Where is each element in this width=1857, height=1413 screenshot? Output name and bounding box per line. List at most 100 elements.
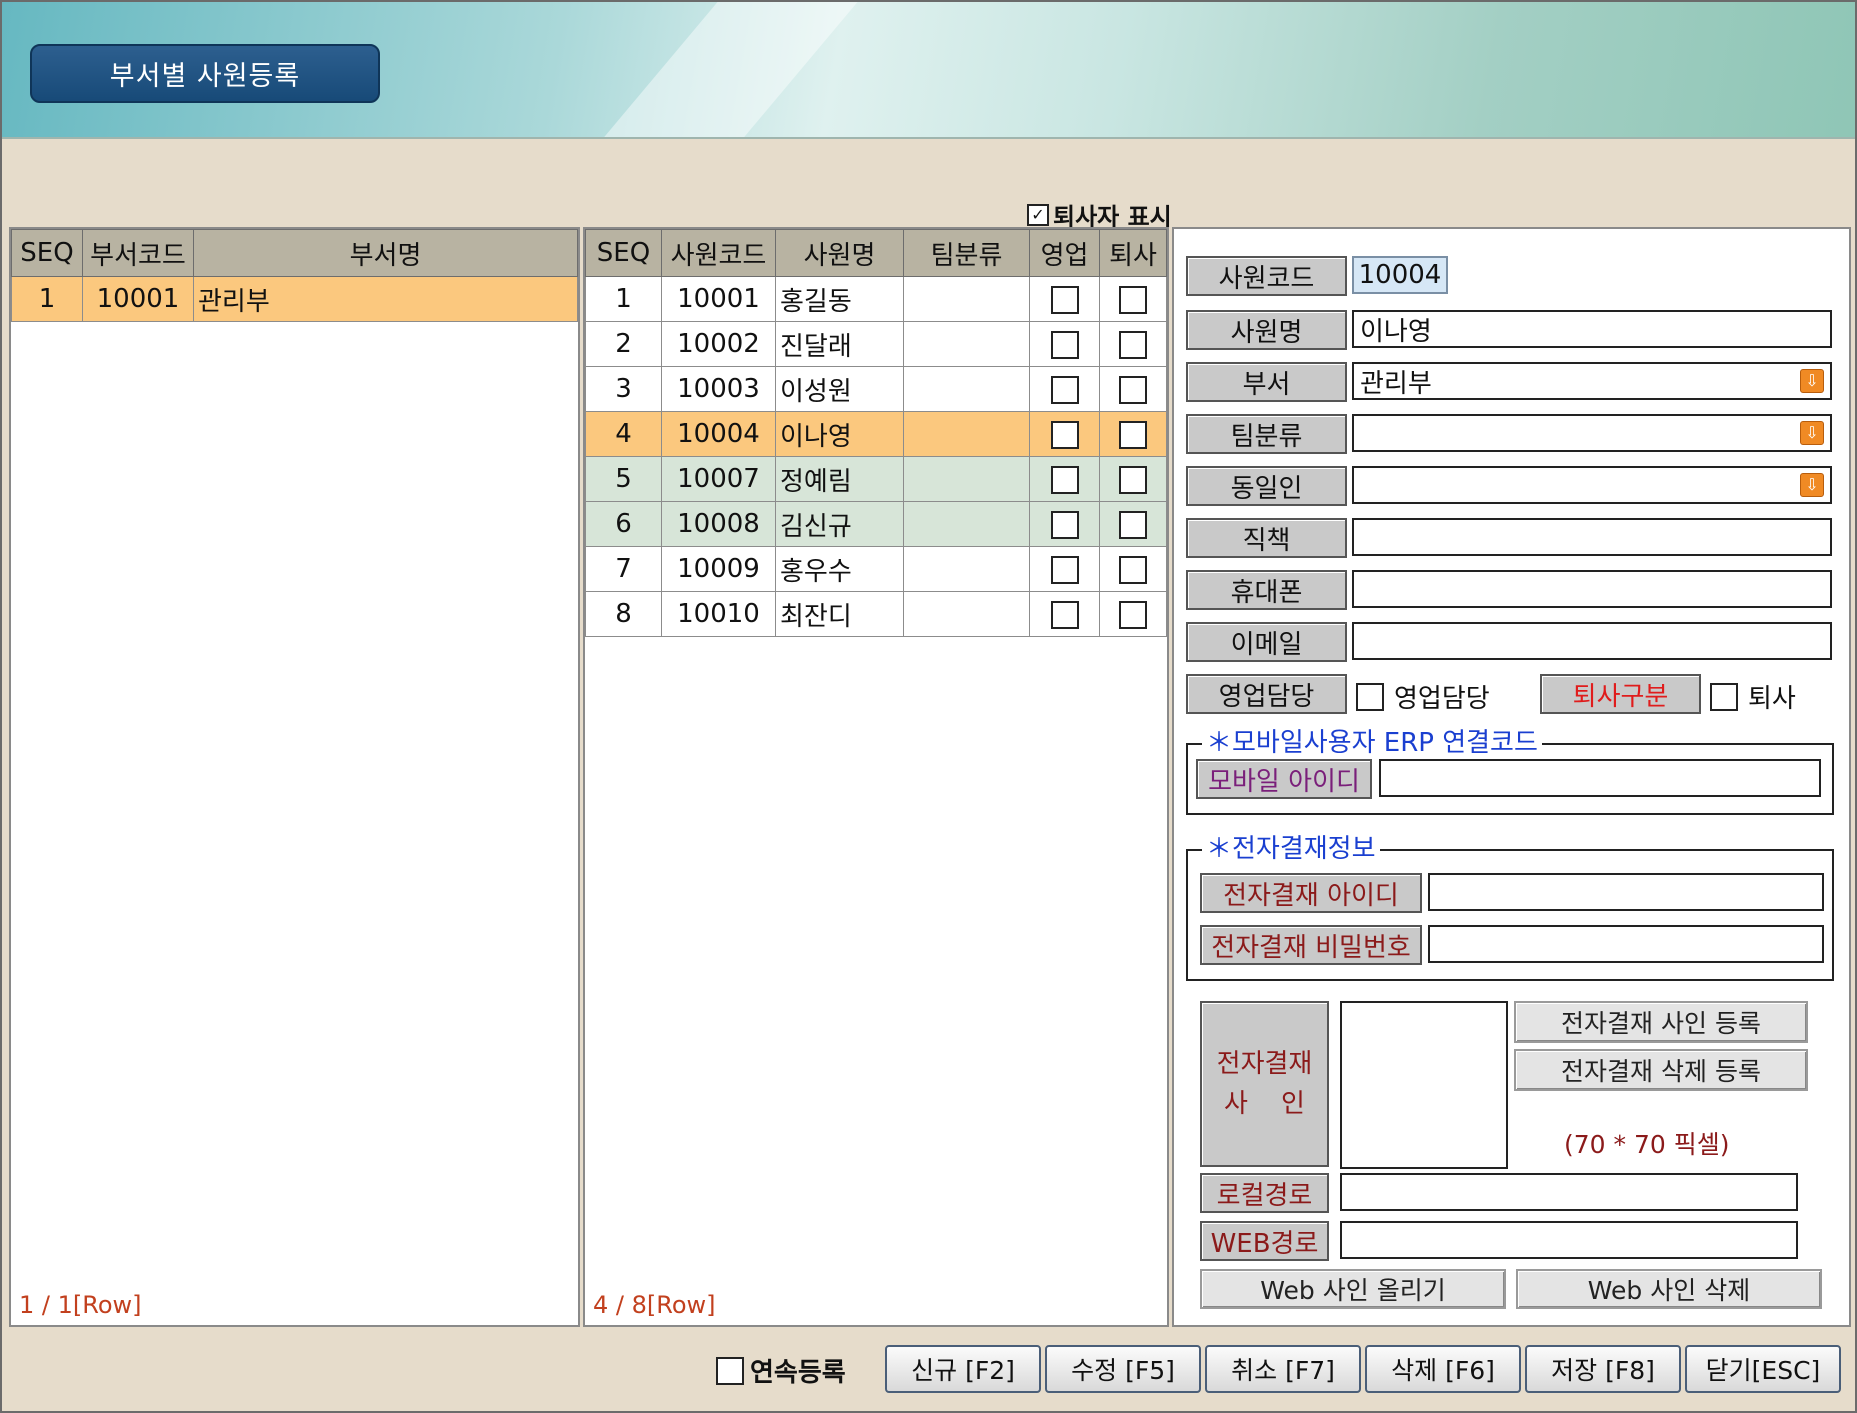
signature-image-box[interactable] xyxy=(1340,1001,1508,1169)
table-row[interactable]: 7 10009 홍우수 xyxy=(585,546,1167,592)
sales-checkbox[interactable] xyxy=(1050,465,1079,494)
col-header-team[interactable]: 팀분류 xyxy=(903,229,1030,277)
approval-id-field[interactable] xyxy=(1428,873,1824,911)
col-header-emp-code[interactable]: 사원코드 xyxy=(661,229,776,277)
continuous-register-checkbox[interactable] xyxy=(716,1356,744,1385)
position-field[interactable] xyxy=(1352,518,1832,556)
sales-checkbox[interactable] xyxy=(1050,555,1079,584)
table-row[interactable]: 3 10003 이성원 xyxy=(585,366,1167,412)
approval-info-section: ＊전자결재정보 전자결재 아이디 전자결재 비밀번호 xyxy=(1186,835,1834,981)
cell-retired xyxy=(1099,591,1167,637)
edit-button[interactable]: 수정 [F5] xyxy=(1045,1345,1201,1393)
header-banner: 부서별 사원등록 xyxy=(2,2,1855,139)
table-row[interactable]: 8 10010 최잔디 xyxy=(585,591,1167,637)
same-person-select[interactable]: ⇩ xyxy=(1352,466,1832,504)
signature-size-note: (70 * 70 픽셀) xyxy=(1564,1130,1730,1159)
cell-emp-code: 10010 xyxy=(661,591,776,637)
sales-checkbox[interactable] xyxy=(1050,600,1079,629)
signature-label-line1: 전자결재 xyxy=(1216,1049,1313,1079)
web-path-field[interactable] xyxy=(1340,1221,1798,1259)
dept-grid-panel: SEQ 부서코드 부서명 1 10001 관리부 1 / 1[Row] xyxy=(9,227,580,1327)
sales-checkbox[interactable] xyxy=(1050,330,1079,359)
cell-seq: 7 xyxy=(585,546,662,592)
retired-checkbox[interactable] xyxy=(1119,555,1147,584)
col-header-sales[interactable]: 영업 xyxy=(1029,229,1100,277)
col-header-dept-code[interactable]: 부서코드 xyxy=(82,229,194,277)
dropdown-arrow-icon[interactable]: ⇩ xyxy=(1800,473,1824,497)
sales-checkbox[interactable] xyxy=(1050,285,1079,314)
web-path-label: WEB경로 xyxy=(1200,1221,1329,1261)
cell-emp-code: 10003 xyxy=(661,366,776,412)
sales-checkbox[interactable] xyxy=(1050,420,1079,449)
approval-id-label: 전자결재 아이디 xyxy=(1200,873,1422,913)
web-sign-delete-button[interactable]: Web 사인 삭제 xyxy=(1516,1269,1822,1309)
mobile-id-field[interactable] xyxy=(1379,759,1821,797)
close-button[interactable]: 닫기[ESC] xyxy=(1685,1345,1841,1393)
retired-checkbox[interactable] xyxy=(1119,375,1147,404)
table-row[interactable]: 1 10001 홍길동 xyxy=(585,276,1167,322)
mobile-field[interactable] xyxy=(1352,570,1832,608)
table-row[interactable]: 2 10002 진달래 xyxy=(585,321,1167,367)
col-header-dept-name[interactable]: 부서명 xyxy=(193,229,578,277)
dept-select[interactable]: 관리부 ⇩ xyxy=(1352,362,1832,400)
cell-emp-code: 10007 xyxy=(661,456,776,502)
sales-rep-toggle[interactable]: 영업담당 xyxy=(1356,678,1490,715)
table-row[interactable]: 1 10001 관리부 xyxy=(11,276,578,322)
email-field[interactable] xyxy=(1352,622,1832,660)
cell-team xyxy=(903,321,1030,367)
dept-row-info: 1 / 1[Row] xyxy=(19,1291,142,1319)
sales-rep-label: 영업담당 xyxy=(1186,674,1347,714)
retired-checkbox[interactable] xyxy=(1119,330,1147,359)
delete-button[interactable]: 삭제 [F6] xyxy=(1365,1345,1521,1393)
cell-sales xyxy=(1029,366,1100,412)
team-select[interactable]: ⇩ xyxy=(1352,414,1832,452)
retired-checkbox[interactable] xyxy=(1119,420,1147,449)
register-signature-button[interactable]: 전자결재 사인 등록 xyxy=(1514,1001,1808,1043)
approval-password-field[interactable] xyxy=(1428,925,1824,963)
cell-seq: 8 xyxy=(585,591,662,637)
save-button[interactable]: 저장 [F8] xyxy=(1525,1345,1681,1393)
emp-name-label: 사원명 xyxy=(1186,310,1347,350)
col-header-seq[interactable]: SEQ xyxy=(585,229,662,277)
cell-team xyxy=(903,501,1030,547)
sales-checkbox[interactable] xyxy=(1050,375,1079,404)
retired-checkbox[interactable] xyxy=(1119,285,1147,314)
approval-info-legend: ＊전자결재정보 xyxy=(1202,835,1380,863)
cell-emp-name: 이성원 xyxy=(775,366,904,412)
dropdown-arrow-icon[interactable]: ⇩ xyxy=(1800,421,1824,445)
retired-checkbox[interactable] xyxy=(1119,465,1147,494)
cell-retired xyxy=(1099,501,1167,547)
dropdown-arrow-icon[interactable]: ⇩ xyxy=(1800,369,1824,393)
retired-checkbox[interactable] xyxy=(1119,510,1147,539)
mobile-id-label: 모바일 아이디 xyxy=(1196,759,1372,799)
delete-signature-button[interactable]: 전자결재 삭제 등록 xyxy=(1514,1049,1808,1091)
web-sign-upload-button[interactable]: Web 사인 올리기 xyxy=(1200,1269,1506,1309)
dept-table: SEQ 부서코드 부서명 1 10001 관리부 xyxy=(11,229,578,322)
col-header-retired[interactable]: 퇴사 xyxy=(1099,229,1167,277)
sales-checkbox[interactable] xyxy=(1050,510,1079,539)
col-header-emp-name[interactable]: 사원명 xyxy=(775,229,904,277)
table-row[interactable]: 6 10008 김신규 xyxy=(585,501,1167,547)
sales-rep-checkbox[interactable] xyxy=(1356,682,1384,711)
emp-code-field[interactable]: 10004 xyxy=(1352,256,1448,294)
cell-sales xyxy=(1029,276,1100,322)
col-header-seq[interactable]: SEQ xyxy=(11,229,83,277)
new-button[interactable]: 신규 [F2] xyxy=(885,1345,1041,1393)
retire-toggle[interactable]: 퇴사 xyxy=(1710,678,1796,715)
approval-password-label: 전자결재 비밀번호 xyxy=(1200,925,1422,965)
dept-value: 관리부 xyxy=(1360,368,1432,399)
cancel-button[interactable]: 취소 [F7] xyxy=(1205,1345,1361,1393)
sales-rep-check-label: 영업담당 xyxy=(1394,684,1490,714)
local-path-field[interactable] xyxy=(1340,1173,1798,1211)
cell-emp-name: 홍길동 xyxy=(775,276,904,322)
table-row-selected[interactable]: 4 10004 이나영 xyxy=(585,411,1167,457)
continuous-register-toggle[interactable]: 연속등록 xyxy=(716,1352,846,1389)
retired-checkbox[interactable] xyxy=(1119,600,1147,629)
retire-check-label: 퇴사 xyxy=(1748,684,1796,714)
emp-name-field[interactable]: 이나영 xyxy=(1352,310,1832,348)
cell-emp-code: 10001 xyxy=(661,276,776,322)
cell-sales xyxy=(1029,411,1100,457)
retire-checkbox[interactable] xyxy=(1710,682,1738,711)
show-retired-checkbox[interactable]: ✓ xyxy=(1027,203,1049,226)
table-row[interactable]: 5 10007 정예림 xyxy=(585,456,1167,502)
